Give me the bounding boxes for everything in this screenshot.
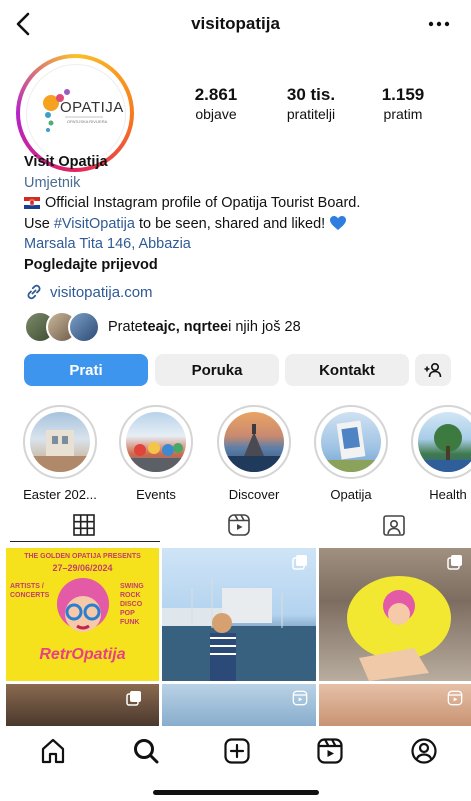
- stat-following-value: 1.159: [381, 85, 425, 104]
- follow-button[interactable]: Prati: [24, 354, 148, 386]
- highlight-ring: [314, 405, 388, 479]
- logo-wordmark: OPATIJA: [60, 99, 124, 116]
- profile-bio: Visit Opatija Umjetnik Official Instagra…: [24, 152, 454, 275]
- poster-face-illustration: [57, 578, 109, 632]
- followed-names: teajc, nqrtee: [142, 319, 229, 335]
- highlight-cover: [224, 412, 284, 472]
- active-tab-indicator: [10, 541, 160, 542]
- profile-category[interactable]: Umjetnik: [24, 173, 454, 194]
- highlight-health[interactable]: Health: [408, 405, 471, 502]
- reel-icon: [292, 690, 308, 706]
- post-thumbnail[interactable]: [6, 684, 159, 728]
- tagged-icon: [382, 513, 406, 537]
- reel-icon: [447, 690, 463, 706]
- poster-headline: THE GOLDEN OPATIJA PRESENTS: [24, 553, 141, 560]
- website-link[interactable]: visitopatija.com: [24, 282, 153, 302]
- grid-icon: [72, 513, 96, 537]
- highlight-ring: [217, 405, 291, 479]
- poster-left-text: ARTISTS / CONCERTS: [10, 583, 50, 599]
- create-post-icon[interactable]: [222, 736, 252, 766]
- more-options-icon[interactable]: [426, 12, 452, 36]
- follower-avatar: [68, 311, 100, 343]
- post-thumbnail[interactable]: [162, 684, 316, 728]
- profile-address-link[interactable]: Marsala Tita 146, Abbazia: [24, 234, 454, 255]
- stat-posts[interactable]: 2.861 objave: [176, 85, 256, 122]
- tab-posts-grid[interactable]: [5, 508, 162, 542]
- highlight-ring: [411, 405, 471, 479]
- bio-text-1: Official Instagram profile of Opatija To…: [45, 195, 361, 211]
- highlight-label: Health: [429, 487, 467, 502]
- follower-avatars: [24, 311, 100, 343]
- bio-rest: to be seen, shared and liked!: [134, 215, 326, 232]
- highlight-easter[interactable]: Easter 202...: [20, 405, 100, 502]
- contact-button[interactable]: Kontakt: [285, 354, 409, 386]
- post-thumbnail[interactable]: THE GOLDEN OPATIJA PRESENTS 27–29/06/202…: [6, 548, 159, 681]
- suggest-people-button[interactable]: [415, 354, 451, 386]
- reels-icon: [227, 513, 251, 537]
- stat-followers-label: pratitelji: [286, 106, 336, 122]
- highlight-cover: [30, 412, 90, 472]
- bio-hashtag-link[interactable]: #VisitOpatija: [54, 216, 135, 232]
- poster-right-text: SWING ROCK DISCO POP FUNK: [120, 583, 144, 626]
- blue-heart-icon: [329, 215, 347, 231]
- highlight-cover: [126, 412, 186, 472]
- poster-brand-text: RetrOpatija: [39, 646, 126, 663]
- post-thumbnail[interactable]: [162, 548, 316, 681]
- opatija-logo: OPATIJA OPATIJSKA RIVIJERA: [26, 64, 126, 164]
- profile-tabs: [0, 508, 471, 542]
- message-button[interactable]: Poruka: [155, 354, 279, 386]
- stat-following[interactable]: 1.159 pratim: [363, 85, 443, 122]
- stat-followers-value: 30 tis.: [286, 85, 336, 104]
- search-icon[interactable]: [131, 736, 161, 766]
- carousel-icon: [292, 554, 308, 570]
- stat-posts-value: 2.861: [194, 85, 238, 104]
- highlight-label: Discover: [228, 487, 280, 502]
- website-text: visitopatija.com: [50, 283, 153, 301]
- followed-by-row[interactable]: Prate teajc, nqrtee i njih još 28: [24, 311, 301, 343]
- highlight-opatija[interactable]: Opatija: [311, 405, 391, 502]
- followed-suffix: i njih još 28: [228, 319, 301, 335]
- home-icon[interactable]: [38, 736, 68, 766]
- see-translation-link[interactable]: Pogledajte prijevod: [24, 255, 454, 276]
- highlight-ring: [119, 405, 193, 479]
- post-thumbnail[interactable]: [319, 548, 471, 681]
- bottom-navigation: [0, 726, 471, 776]
- carousel-icon: [447, 554, 463, 570]
- stat-posts-label: objave: [195, 106, 237, 122]
- highlight-discover[interactable]: Discover: [214, 405, 294, 502]
- tab-reels[interactable]: [160, 508, 317, 542]
- poster-dates: 27–29/06/2024: [52, 563, 113, 573]
- stat-following-label: pratim: [383, 106, 423, 122]
- post-thumbnail[interactable]: [319, 684, 471, 728]
- stat-followers[interactable]: 30 tis. pratitelji: [266, 85, 356, 122]
- highlight-cover: [321, 412, 381, 472]
- home-indicator: [153, 790, 319, 795]
- highlight-events[interactable]: Events: [116, 405, 196, 502]
- highlight-cover: [418, 412, 471, 472]
- highlight-ring: [23, 405, 97, 479]
- posts-grid: THE GOLDEN OPATIJA PRESENTS 27–29/06/202…: [6, 548, 471, 728]
- croatia-flag-icon: [24, 197, 40, 209]
- highlight-label: Opatija: [330, 487, 372, 502]
- bio-use: Use: [24, 215, 54, 232]
- link-icon: [24, 282, 44, 302]
- profile-username-title: visitopatija: [191, 14, 280, 33]
- followed-prefix: Prate: [108, 319, 143, 335]
- bio-line-1: Official Instagram profile of Opatija To…: [24, 193, 454, 214]
- profile-name: Visit Opatija: [24, 154, 108, 170]
- add-person-icon: [423, 361, 443, 379]
- tab-tagged[interactable]: [315, 508, 471, 542]
- logo-subtext: OPATIJSKA RIVIJERA: [67, 119, 108, 124]
- reels-nav-icon[interactable]: [315, 736, 345, 766]
- highlight-label: Events: [136, 487, 176, 502]
- bio-line-2: Use #VisitOpatija to be seen, shared and…: [24, 214, 454, 235]
- highlight-label: Easter 202...: [23, 487, 97, 502]
- carousel-icon: [126, 690, 142, 706]
- profile-nav-icon[interactable]: [409, 736, 439, 766]
